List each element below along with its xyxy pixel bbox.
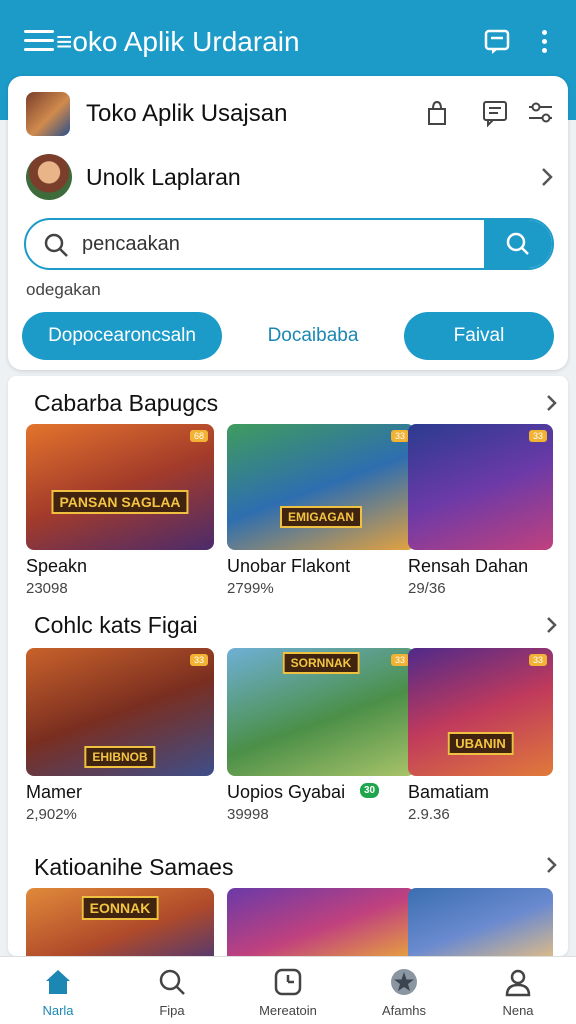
search-icon [157, 967, 187, 997]
message-icon[interactable] [480, 98, 510, 128]
nav-item-profile[interactable]: Nena [468, 967, 568, 1018]
rating-badge: 33 [189, 654, 208, 666]
app-tile[interactable]: 33 [408, 424, 553, 550]
nav-label: Nena [502, 1003, 534, 1018]
profile-row[interactable]: Unolk Laplaran [26, 154, 556, 200]
app-name: Rensah Dahan [408, 556, 529, 576]
tile-art-text: EMIGAGAN [280, 506, 362, 528]
person-icon [503, 967, 533, 997]
home-icon [43, 967, 73, 997]
chat-icon[interactable] [483, 28, 511, 56]
chevron-right-icon[interactable] [544, 614, 560, 636]
rating-badge: 33 [528, 654, 547, 666]
clock-icon [273, 967, 303, 997]
app-tile[interactable] [227, 888, 415, 956]
nav-item-search[interactable]: Fipa [122, 967, 222, 1018]
search-input[interactable] [82, 228, 482, 260]
content-card: Cabarba Bapugcs 68 PANSAN SAGLAA 33 EMIG… [8, 376, 568, 956]
app-name: Unobar Flakont [227, 556, 351, 576]
nav-label: Narla [42, 1003, 74, 1018]
app-name: Mamer [26, 782, 83, 802]
nav-item-home[interactable]: Narla [8, 967, 108, 1018]
app-name: Speakn [26, 556, 88, 576]
chevron-right-icon[interactable] [544, 854, 560, 876]
section-title: Cabarba Bapugcs [34, 390, 219, 416]
filter-icon[interactable] [526, 98, 556, 128]
rating-badge: 68 [189, 430, 208, 442]
app-title: ≡oko Aplik Urdarain [56, 26, 300, 57]
tile-art-text: PANSAN SAGLAA [51, 490, 189, 514]
menu-icon[interactable] [24, 30, 54, 54]
filter-button-primary[interactable]: Dopocearoncsaln [22, 312, 222, 360]
search-bar [24, 218, 554, 270]
bottom-navigation: Narla Fipa Mereatoin Afamhs Nena [0, 956, 576, 1024]
section-title: Cohlc kats Figai [34, 612, 198, 638]
app-count: 39998 [227, 806, 269, 823]
nav-label: Mereatoin [259, 1003, 317, 1018]
app-tile[interactable]: 68 PANSAN SAGLAA [26, 424, 214, 550]
tile-art-text: SORNNAK [282, 652, 360, 674]
app-tile[interactable]: 33 SORNNAK [227, 648, 415, 776]
star-icon [389, 967, 419, 997]
nav-item-updates[interactable]: Mereatoin [238, 967, 338, 1018]
profile-avatar [26, 154, 72, 200]
app-count: 2.9.36 [408, 806, 450, 823]
store-header-card: Toko Aplik Usajsan Unolk Laplaran odegak… [8, 76, 568, 370]
app-tile[interactable]: 33 EHIBNOB [26, 648, 214, 776]
chevron-right-icon [538, 166, 556, 188]
app-name: Uopios Gyabai [227, 782, 346, 802]
tile-art-text: EHIBNOB [84, 746, 156, 768]
search-icon [42, 231, 70, 259]
store-row: Toko Aplik Usajsan [26, 92, 556, 136]
search-button[interactable] [484, 220, 552, 268]
tile-art-text: UBANIN [447, 732, 514, 755]
store-name: Toko Aplik Usajsan [86, 100, 288, 127]
nav-item-favorites[interactable]: Afamhs [354, 967, 454, 1018]
section-title: Katioanihe Samaes [34, 854, 234, 880]
tile-art-text: EONNAK [81, 896, 159, 920]
app-tile[interactable]: 33 UBANIN [408, 648, 553, 776]
rating-badge: 33 [390, 430, 409, 442]
app-count: 2799% [227, 580, 274, 597]
nav-label: Afamhs [381, 1003, 427, 1018]
nav-label: Fipa [159, 1003, 185, 1018]
rating-badge: 33 [390, 654, 409, 666]
tag-badge: 30 [360, 783, 380, 798]
app-tile[interactable]: 33 EMIGAGAN [227, 424, 415, 550]
chevron-right-icon[interactable] [544, 392, 560, 414]
app-count: 23098 [26, 580, 68, 597]
app-name: Bamatiam [408, 782, 490, 802]
shopping-bag-icon[interactable] [422, 98, 452, 128]
app-count: 29/36 [408, 580, 446, 597]
filter-button-text[interactable]: Docaibaba [238, 312, 388, 360]
store-avatar [26, 92, 70, 136]
app-count: 2,902% [26, 806, 77, 823]
app-tile[interactable]: EONNAK [26, 888, 214, 956]
filter-button-secondary[interactable]: Faival [404, 312, 554, 360]
rating-badge: 33 [528, 430, 547, 442]
search-hint: odegakan [26, 280, 101, 299]
profile-name: Unolk Laplaran [86, 164, 241, 190]
app-tile[interactable] [408, 888, 553, 956]
more-options-icon[interactable] [536, 30, 552, 54]
